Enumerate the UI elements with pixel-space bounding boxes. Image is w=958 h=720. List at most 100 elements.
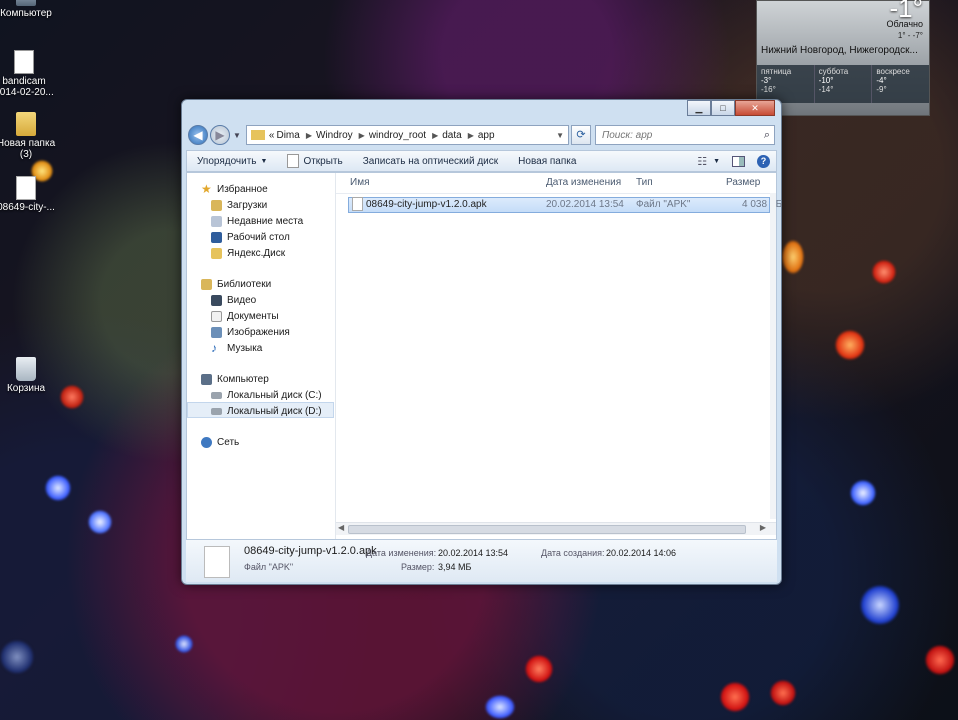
scroll-right-icon[interactable]: ▶ xyxy=(760,523,766,532)
navigation-bar: ◀ ▶ ▼ « Dima ▶ Windroy ▶ windroy_root ▶ … xyxy=(188,124,775,146)
folder-icon xyxy=(250,130,265,140)
address-dropdown-icon[interactable]: ▼ xyxy=(556,131,564,140)
bokeh-light xyxy=(872,260,896,284)
nav-disk-d[interactable]: Локальный диск (D:) xyxy=(211,403,322,419)
breadcrumb-separator-icon[interactable]: ▶ xyxy=(359,131,365,140)
back-button[interactable]: ◀ xyxy=(188,125,208,145)
desktop-icon-new-folder[interactable]: Новая папка (3) xyxy=(0,112,56,160)
nav-disk-c[interactable]: Локальный диск (C:) xyxy=(211,387,322,403)
nav-recent-places[interactable]: Недавние места xyxy=(211,213,303,229)
bokeh-light xyxy=(835,330,865,360)
column-header-date[interactable]: Дата изменения xyxy=(546,173,636,193)
desktop-icon-computer[interactable]: Компьютер xyxy=(0,0,56,19)
breadcrumb-dima[interactable]: Dima xyxy=(276,130,299,141)
weather-gadget[interactable]: -1° Облачно 1° - -7° Нижний Новгород, Ни… xyxy=(756,0,930,116)
new-folder-button[interactable]: Новая папка xyxy=(508,156,586,167)
nav-label: Загрузки xyxy=(227,199,268,211)
column-header-size[interactable]: Размер xyxy=(726,173,776,193)
details-file-name: 08649-city-jump-v1.2.0.apk xyxy=(244,545,377,557)
arrow-left-icon: ◀ xyxy=(193,128,203,142)
nav-label: Недавние места xyxy=(227,215,304,227)
open-button[interactable]: Открыть xyxy=(277,154,352,168)
column-header-name[interactable]: Имя xyxy=(350,173,530,193)
address-bar[interactable]: « Dima ▶ Windroy ▶ windroy_root ▶ data ▶… xyxy=(245,125,569,145)
recent-pages-dropdown[interactable]: ▼ xyxy=(233,131,241,140)
preview-pane-button[interactable] xyxy=(726,155,751,167)
forward-button[interactable]: ▶ xyxy=(210,125,230,145)
bokeh-light xyxy=(860,585,900,625)
view-options-button[interactable]: ☷ ▼ xyxy=(691,155,726,168)
forecast-low: -9° xyxy=(876,85,887,94)
desktop-icon-apk-file[interactable]: 08649-city-... xyxy=(0,176,56,213)
nav-downloads[interactable]: Загрузки xyxy=(211,197,267,213)
nav-video[interactable]: Видео xyxy=(211,292,256,308)
nav-favorites[interactable]: ★ Избранное xyxy=(201,181,268,197)
bokeh-light xyxy=(45,475,71,501)
vertical-scrollbar[interactable] xyxy=(770,193,776,519)
refresh-button[interactable]: ⟳ xyxy=(571,125,591,145)
window-controls: ▁ □ ✕ xyxy=(687,100,775,116)
details-modified-value: 20.02.2014 13:54 xyxy=(438,548,509,558)
forecast-day-name: пятница xyxy=(761,67,792,76)
chevron-down-icon: ▼ xyxy=(713,157,720,165)
preview-pane-icon xyxy=(732,155,745,167)
scroll-left-icon[interactable]: ◀ xyxy=(338,523,344,532)
column-header-type[interactable]: Тип xyxy=(636,173,716,193)
bokeh-light xyxy=(525,655,553,683)
scrollbar-thumb[interactable] xyxy=(348,525,746,534)
horizontal-scrollbar[interactable]: ◀ ▶ xyxy=(336,522,776,535)
breadcrumb-separator-icon[interactable]: ▶ xyxy=(468,131,474,140)
downloads-icon xyxy=(211,199,222,211)
details-created-label: Дата создания: xyxy=(541,548,605,558)
nav-computer[interactable]: Компьютер xyxy=(201,371,269,387)
burn-button[interactable]: Записать на оптический диск xyxy=(353,156,508,167)
nav-label: Локальный диск (D:) xyxy=(227,405,322,417)
command-bar: Упорядочить ▼ Открыть Записать на оптиче… xyxy=(186,150,777,172)
bokeh-light xyxy=(175,635,193,653)
file-icon xyxy=(16,176,36,200)
nav-yandex-disk[interactable]: Яндекс.Диск xyxy=(211,245,285,261)
search-input[interactable] xyxy=(600,128,754,142)
nav-documents[interactable]: Документы xyxy=(211,308,279,324)
bokeh-light xyxy=(925,645,955,675)
nav-music[interactable]: ♪ Музыка xyxy=(211,340,262,356)
search-icon[interactable]: ⌕ xyxy=(764,129,770,142)
folder-icon xyxy=(211,247,222,259)
bokeh-light xyxy=(770,680,796,706)
breadcrumb-windroy[interactable]: Windroy xyxy=(316,130,353,141)
nav-desktop[interactable]: Рабочий стол xyxy=(211,229,290,245)
breadcrumb-overflow[interactable]: « xyxy=(269,130,275,141)
navigation-pane: ★ Избранное Загрузки Недавние места Рабо… xyxy=(187,173,336,539)
breadcrumb-app[interactable]: app xyxy=(478,130,495,141)
organize-button[interactable]: Упорядочить ▼ xyxy=(187,156,277,167)
breadcrumb-windroy-root[interactable]: windroy_root xyxy=(369,130,426,141)
breadcrumb-separator-icon[interactable]: ▶ xyxy=(306,131,312,140)
nav-images[interactable]: Изображения xyxy=(211,324,290,340)
nav-network[interactable]: Сеть xyxy=(201,434,239,450)
desktop-icon-recycle-bin[interactable]: Корзина xyxy=(0,357,56,394)
burn-label: Записать на оптический диск xyxy=(362,155,499,167)
minimize-button[interactable]: ▁ xyxy=(687,100,711,116)
details-file-type: Файл "APK" xyxy=(244,562,294,572)
forecast-high: -4° xyxy=(876,76,887,85)
open-label: Открыть xyxy=(303,155,343,167)
breadcrumb-separator-icon[interactable]: ▶ xyxy=(432,131,438,140)
explorer-content: ★ Избранное Загрузки Недавние места Рабо… xyxy=(186,172,782,540)
desktop-icon-bandicam[interactable]: bandicam 2014-02-20... xyxy=(0,50,54,98)
nav-libraries[interactable]: Библиотеки xyxy=(201,276,271,292)
file-date: 20.02.2014 13:54 xyxy=(546,199,624,210)
forecast-high: -10° xyxy=(818,76,834,85)
forecast-high: -3° xyxy=(761,76,772,85)
nav-label: Компьютер xyxy=(217,373,269,385)
nav-label: Сеть xyxy=(217,436,240,448)
drive-icon xyxy=(211,407,222,415)
file-name[interactable]: 08649-city-jump-v1.2.0.apk xyxy=(366,197,487,213)
close-button[interactable]: ✕ xyxy=(735,100,775,116)
search-box[interactable]: ⌕ xyxy=(595,125,775,145)
nav-label: Библиотеки xyxy=(217,278,272,290)
desktop-icon-label: 08649-city-... xyxy=(0,202,55,213)
maximize-button[interactable]: □ xyxy=(711,100,735,116)
bokeh-light xyxy=(88,510,112,534)
help-button[interactable]: ? xyxy=(751,154,776,168)
breadcrumb-data[interactable]: data xyxy=(442,130,461,141)
